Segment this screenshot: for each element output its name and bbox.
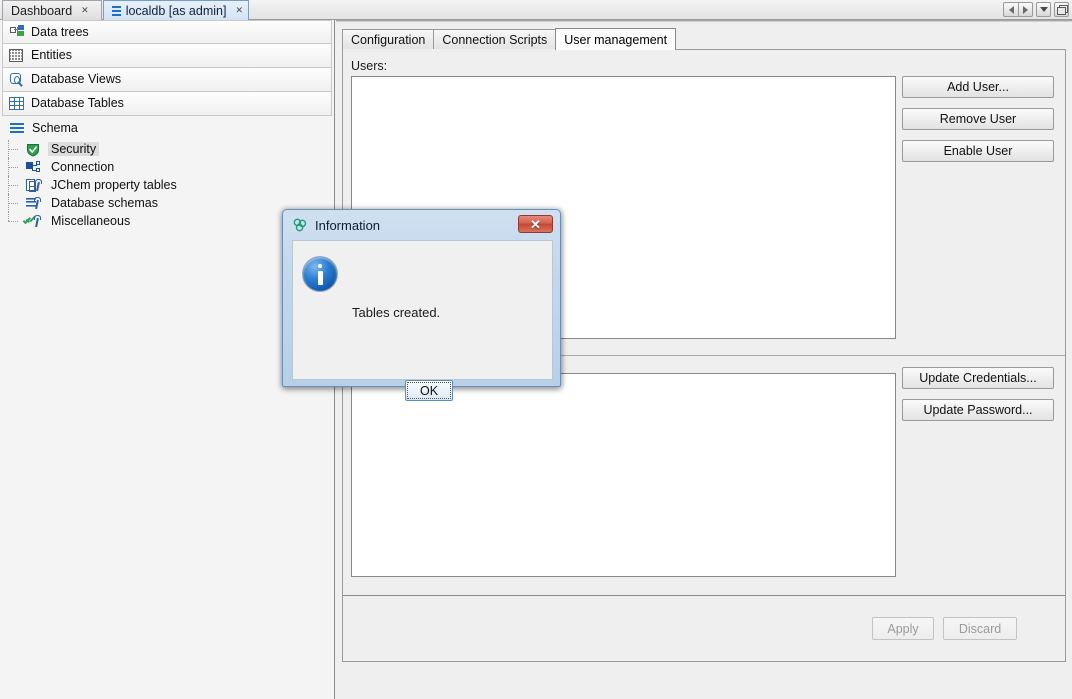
- sidebar-item-data-trees[interactable]: Data trees: [2, 20, 332, 44]
- sidebar-item-database-views[interactable]: Database Views: [2, 68, 332, 92]
- enable-user-button[interactable]: Enable User: [902, 140, 1054, 162]
- chevron-right-icon: [1023, 6, 1028, 14]
- database-tables-icon: [9, 97, 24, 110]
- tab-configuration[interactable]: Configuration: [342, 29, 434, 50]
- close-icon: ✕: [530, 218, 541, 231]
- restore-icon: [1057, 5, 1066, 14]
- scroll-tabs-left-button[interactable]: [1003, 2, 1018, 17]
- button-label: OK: [420, 384, 438, 398]
- sidebar-item-label: Data trees: [31, 26, 89, 39]
- button-label: Update Password...: [923, 403, 1032, 417]
- scroll-tabs-right-button[interactable]: [1018, 2, 1033, 17]
- chevron-down-icon: [1040, 7, 1048, 12]
- roles-list[interactable]: [351, 373, 896, 577]
- users-label: Users:: [351, 59, 387, 73]
- tab-label: Connection Scripts: [442, 33, 547, 47]
- panel-top-divider: [336, 20, 1072, 22]
- sidebar-item-label: Database Tables: [31, 97, 124, 110]
- tab-label: User management: [564, 33, 667, 47]
- button-label: Enable User: [944, 144, 1013, 158]
- window-tab-localdb[interactable]: localdb [as admin] ✕: [103, 0, 249, 20]
- dialog-title: Information: [315, 218, 380, 233]
- dialog-close-button[interactable]: ✕: [518, 215, 553, 233]
- chevron-left-icon: [1009, 6, 1014, 14]
- button-label: Apply: [887, 622, 918, 636]
- update-credentials-button[interactable]: Update Credentials...: [902, 367, 1054, 389]
- database-views-icon: [9, 72, 26, 88]
- window-tab-label: localdb [as admin]: [126, 4, 227, 18]
- remove-user-button[interactable]: Remove User: [902, 108, 1054, 130]
- sidebar-tree-item-security[interactable]: Security: [0, 140, 334, 158]
- close-icon[interactable]: ✕: [81, 6, 88, 15]
- data-trees-icon: [9, 24, 26, 40]
- application-window: Dashboard ✕ localdb [as admin] ✕ Data tr…: [0, 0, 1072, 699]
- jchem-property-tables-icon: [26, 178, 43, 193]
- window-tab-label: Dashboard: [11, 4, 72, 18]
- sidebar-item-entities[interactable]: Entities: [2, 44, 332, 68]
- sidebar-tree-item-jchem-property-tables[interactable]: JChem property tables: [0, 176, 334, 194]
- sidebar-item-label: Schema: [32, 122, 78, 135]
- window-tab-dashboard[interactable]: Dashboard ✕: [2, 0, 102, 20]
- hamburger-icon: [112, 6, 121, 16]
- database-schemas-icon: [26, 196, 43, 211]
- dialog-ok-button[interactable]: OK: [405, 380, 453, 401]
- restore-window-button[interactable]: [1054, 2, 1069, 17]
- info-icon: [302, 256, 338, 292]
- update-password-button[interactable]: Update Password...: [902, 399, 1054, 421]
- entities-icon: [9, 49, 23, 62]
- sidebar-item-schema[interactable]: Schema: [0, 116, 334, 140]
- sidebar-tree-item-label: Miscellaneous: [48, 214, 133, 229]
- shield-icon: [26, 142, 43, 157]
- sidebar-item-label: Entities: [31, 49, 72, 62]
- discard-button[interactable]: Discard: [943, 617, 1017, 640]
- window-tab-bar: Dashboard ✕ localdb [as admin] ✕: [0, 0, 1072, 20]
- sidebar-tree-item-label: JChem property tables: [48, 178, 180, 193]
- close-icon[interactable]: ✕: [235, 6, 242, 15]
- chemaxon-logo-icon: [292, 217, 308, 233]
- information-dialog: Information ✕ Tables created. OK: [282, 209, 561, 387]
- tab-connection-scripts[interactable]: Connection Scripts: [433, 29, 556, 50]
- tab-list-dropdown-button[interactable]: [1036, 2, 1051, 17]
- dialog-message: Tables created.: [352, 305, 440, 320]
- tab-user-management[interactable]: User management: [555, 28, 676, 50]
- sidebar-tree-item-connection[interactable]: Connection: [0, 158, 334, 176]
- action-footer: Apply Discard: [343, 595, 1065, 660]
- sidebar-tree-item-label: Security: [48, 142, 99, 157]
- button-label: Remove User: [940, 112, 1016, 126]
- button-label: Add User...: [947, 80, 1009, 94]
- settings-tabstrip: Configuration Connection Scripts User ma…: [342, 28, 675, 50]
- connection-icon: [26, 160, 43, 175]
- schema-icon: [10, 123, 24, 134]
- sidebar-tree-item-label: Connection: [48, 160, 117, 175]
- button-label: Update Credentials...: [919, 371, 1036, 385]
- apply-button[interactable]: Apply: [872, 617, 934, 640]
- tab-label: Configuration: [351, 33, 425, 47]
- miscellaneous-icon: [26, 214, 43, 229]
- dialog-body: Tables created. OK: [292, 240, 553, 380]
- sidebar-item-label: Database Views: [31, 73, 121, 86]
- button-label: Discard: [959, 622, 1001, 636]
- window-controls: [1003, 2, 1069, 17]
- sidebar-item-database-tables[interactable]: Database Tables: [2, 92, 332, 116]
- add-user-button[interactable]: Add User...: [902, 76, 1054, 98]
- dialog-titlebar: Information ✕: [283, 210, 560, 240]
- sidebar-tree-item-label: Database schemas: [48, 196, 161, 211]
